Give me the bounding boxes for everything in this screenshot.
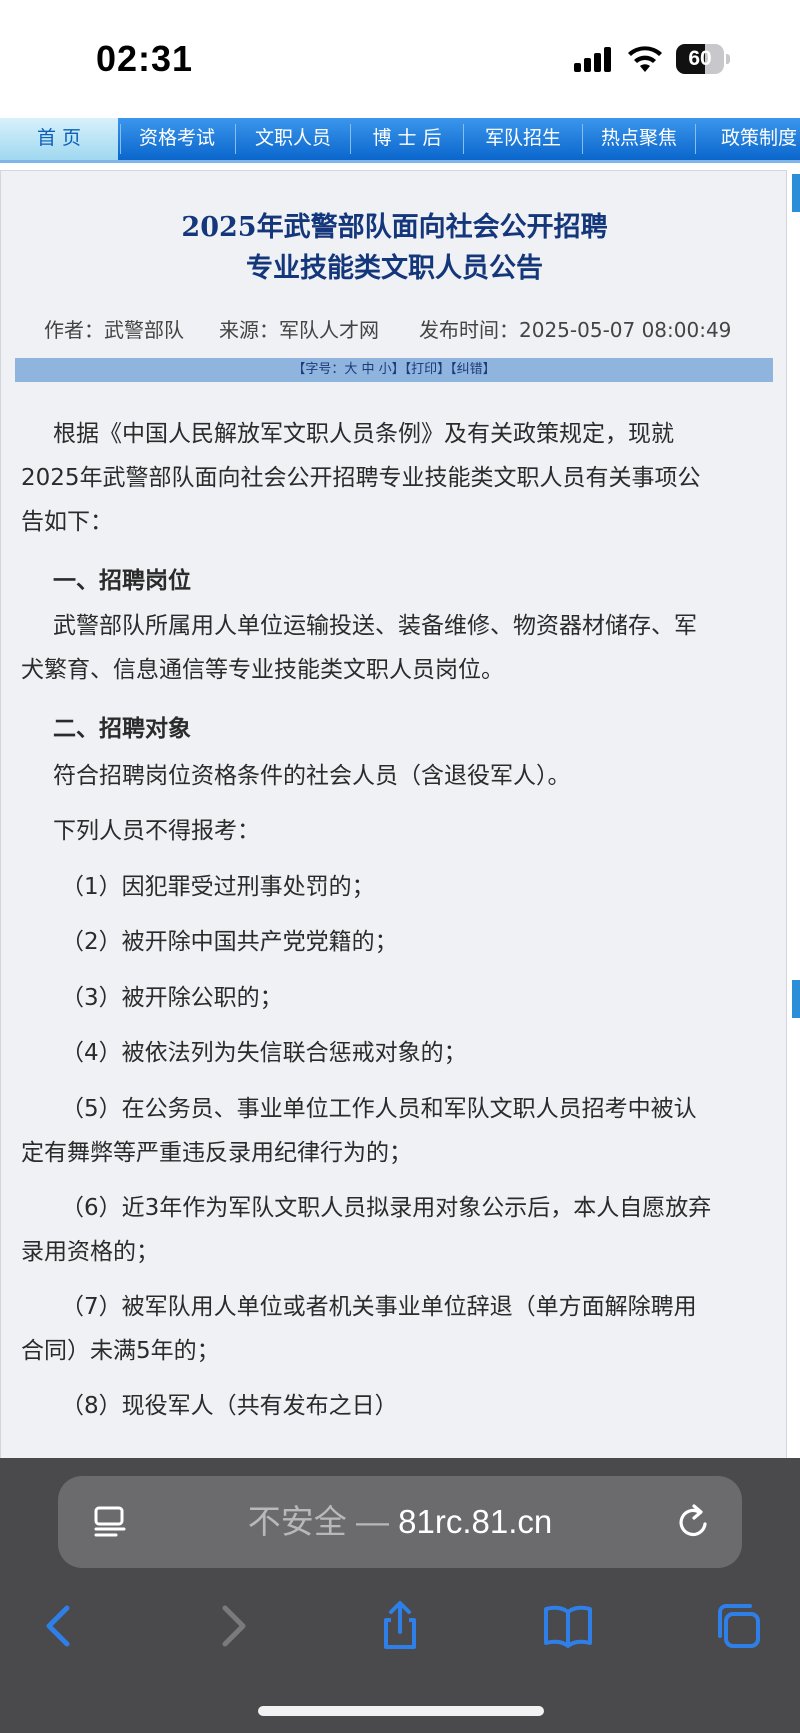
- article-title-line1: 2025年武警部队面向社会公开招聘: [181, 212, 608, 243]
- cellular-signal-icon: [574, 46, 614, 72]
- meta-source: 来源：军队人才网: [219, 318, 379, 342]
- nav-hot-topics[interactable]: 热点聚焦: [583, 118, 695, 160]
- meta-author: 作者：武警部队: [44, 318, 184, 342]
- forward-icon[interactable]: [206, 1600, 258, 1652]
- share-icon[interactable]: [374, 1600, 426, 1652]
- article-container: 2025年武警部队面向社会公开招聘 专业技能类文职人员公告 作者：武警部队 来源…: [0, 170, 787, 1458]
- web-content[interactable]: 首 页 资格考试 文职人员 博 士 后 军队招生 热点聚焦 政策制度 2025年…: [0, 118, 800, 1458]
- list-item-6-line2: 录用资格的；: [21, 1239, 159, 1265]
- nav-policy[interactable]: 政策制度: [696, 118, 800, 160]
- page-edge-accent: [792, 174, 800, 212]
- bookmarks-icon[interactable]: [542, 1600, 594, 1652]
- intro-line2: 2025年武警部队面向社会公开招聘专业技能类文职人员有关事项公: [21, 465, 701, 491]
- list-item-6-line1: （6）近3年作为军队文职人员拟录用对象公示后，本人自愿放弃: [61, 1195, 712, 1221]
- list-item: （1）因犯罪受过刑事处罚的；: [61, 874, 375, 900]
- reload-icon[interactable]: [674, 1502, 714, 1542]
- nav-postdoc[interactable]: 博 士 后: [351, 118, 463, 160]
- tabs-icon[interactable]: [712, 1600, 764, 1652]
- list-item: （3）被开除公职的；: [61, 985, 283, 1011]
- list-item-5-line1: （5）在公务员、事业单位工作人员和军队文职人员招考中被认: [61, 1096, 697, 1122]
- list-item-7-line1: （7）被军队用人单位或者机关事业单位辞退（单方面解除聘用: [61, 1294, 697, 1320]
- address-domain: 81rc.81.cn: [398, 1503, 553, 1540]
- status-bar: 02:31 60: [0, 0, 800, 118]
- section1-line2: 犬繁育、信息通信等专业技能类文职人员岗位。: [21, 657, 504, 683]
- browser-bottom-bar: 不安全 — 81rc.81.cn: [0, 1458, 800, 1733]
- battery-icon: 60: [676, 44, 732, 74]
- home-indicator: [258, 1706, 544, 1716]
- page-edge-accent: [792, 980, 800, 1018]
- nav-home[interactable]: 首 页: [0, 118, 118, 160]
- address-insecure-label: 不安全 —: [247, 1503, 389, 1540]
- list-item-7-line2: 合同）未满5年的；: [21, 1338, 220, 1364]
- list-item-8-partial: （8）现役军人（共有发布之日）: [61, 1393, 398, 1419]
- battery-percent: 60: [688, 47, 712, 70]
- nav-civilian-staff[interactable]: 文职人员: [236, 118, 350, 160]
- article-toolbar[interactable]: 【字号：大 中 小】【打印】【纠错】: [15, 358, 773, 382]
- status-time: 02:31: [96, 38, 194, 79]
- meta-published: 发布时间：2025-05-07 08:00:49: [419, 318, 732, 342]
- list-item: （2）被开除中国共产党党籍的；: [61, 929, 398, 955]
- list-item-5-line2: 定有舞弊等严重违反录用纪律行为的；: [21, 1140, 412, 1166]
- wifi-icon: [628, 46, 662, 72]
- address-bar[interactable]: 不安全 — 81rc.81.cn: [58, 1476, 742, 1568]
- section2-paragraph2: 下列人员不得报考：: [53, 818, 260, 844]
- section2-paragraph1: 符合招聘岗位资格条件的社会人员（含退役军人）。: [53, 763, 571, 789]
- nav-qualification-exam[interactable]: 资格考试: [121, 118, 233, 160]
- section1-line1: 武警部队所属用人单位运输投送、装备维修、物资器材储存、军: [53, 613, 697, 639]
- intro-line1: 根据《中国人民解放军文职人员条例》及有关政策规定，现就: [53, 421, 674, 447]
- section1-heading: 一、招聘岗位: [53, 568, 191, 594]
- address-url[interactable]: 不安全 — 81rc.81.cn: [58, 1476, 742, 1568]
- list-item: （4）被依法列为失信联合惩戒对象的；: [61, 1040, 467, 1066]
- back-icon[interactable]: [34, 1600, 86, 1652]
- intro-line3: 告如下：: [21, 509, 113, 535]
- site-nav-bar: 首 页 资格考试 文职人员 博 士 后 军队招生 热点聚焦 政策制度: [0, 118, 800, 163]
- section2-heading: 二、招聘对象: [53, 716, 191, 742]
- nav-military-admissions[interactable]: 军队招生: [464, 118, 582, 160]
- article-title-line2: 专业技能类文职人员公告: [246, 253, 543, 284]
